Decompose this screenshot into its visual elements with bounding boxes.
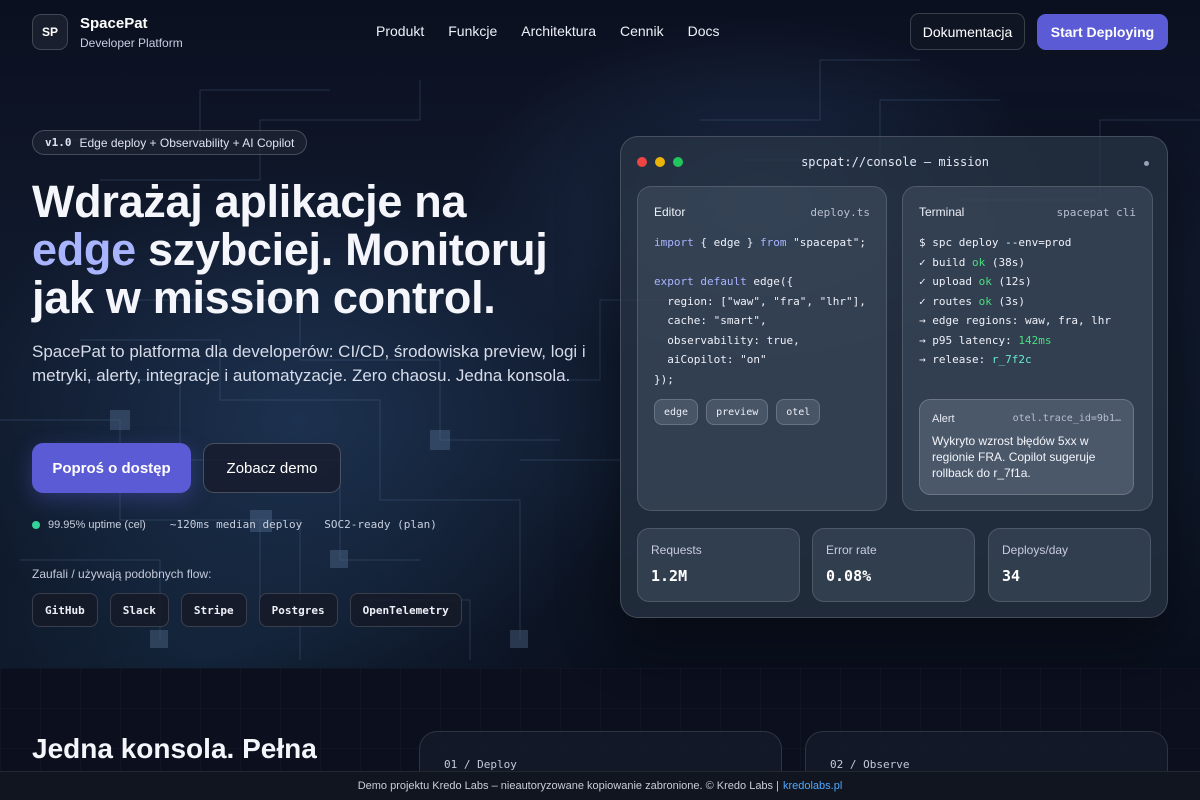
chip-opentelemetry: OpenTelemetry (349, 593, 462, 627)
headline-line-1: Wdrażaj aplikacje na (32, 176, 467, 227)
chip-github: GitHub (32, 593, 98, 627)
request-access-button[interactable]: Poproś o dostęp (32, 443, 191, 493)
terminal-panel: Terminal spacepat cli $ spc deploy --env… (902, 186, 1153, 511)
nav-link-cennik[interactable]: Cennik (620, 23, 664, 39)
terminal-token: ✓ upload (919, 275, 979, 288)
terminal-token: (3s) (991, 294, 1025, 308)
step-label: 01 / Deploy (444, 758, 517, 771)
chip-stripe: Stripe (180, 593, 247, 627)
nav-link-funkcje[interactable]: Funkcje (448, 23, 497, 39)
metric-label: Requests (651, 543, 702, 557)
tag-preview[interactable]: preview (706, 399, 769, 425)
alert-card[interactable]: Alert otel.trace_id=9b1… Wykryto wzrost … (919, 399, 1134, 495)
terminal-title: Terminal (919, 205, 965, 219)
terminal-token: (38s) (985, 255, 1025, 269)
chip-slack: Slack (109, 593, 169, 627)
section-title: Jedna konsola. Pełna (32, 733, 317, 764)
code-token: "spacepat"; (786, 236, 866, 249)
terminal-line: → edge regions: waw, fra, lhr (919, 314, 1112, 327)
code-token: { edge } (693, 236, 760, 249)
terminal-token: → p95 latency: (919, 333, 1019, 347)
code-line: cache: "smart", (654, 314, 767, 327)
metric-value: 34 (1002, 567, 1021, 585)
metric-deploys-per-day: Deploys/day 34 (988, 528, 1151, 602)
nav-links: Produkt Funkcje Architektura Cennik Docs (376, 23, 719, 39)
alert-message: Wykryto wzrost błędów 5xx w regionie FRA… (932, 434, 1096, 480)
code-line: observability: true, (654, 333, 800, 347)
terminal-line: $ spc deploy --env=prod (919, 236, 1072, 249)
editor-filename: deploy.ts (810, 205, 870, 219)
footer-link[interactable]: kredolabs.pl (783, 780, 842, 792)
hero-stats: 99.95% uptime (cel) ~120ms median deploy… (32, 518, 437, 531)
editor-tags: edge preview otel (654, 399, 821, 425)
chip-postgres: Postgres (258, 593, 338, 627)
stat-uptime: 99.95% uptime (cel) (48, 518, 146, 531)
nav-link-produkt[interactable]: Produkt (376, 23, 424, 39)
terminal-token: 142ms (1018, 333, 1052, 347)
start-deploying-button[interactable]: Start Deploying (1037, 14, 1168, 50)
editor-panel: Editor deploy.ts import { edge } from "s… (637, 186, 887, 511)
status-dot-icon (32, 520, 40, 529)
editor-title: Editor (654, 205, 686, 219)
terminal-subtitle: spacepat cli (1056, 205, 1136, 219)
version-label: v1.0 (45, 136, 72, 149)
stat-soc2: SOC2-ready (plan) (324, 518, 437, 531)
terminal-token: r_7f2c (991, 353, 1032, 366)
terminal-token: → release: (919, 353, 992, 366)
status-dot-icon (1144, 161, 1149, 166)
terminal-token: ok (978, 294, 992, 308)
metric-value: 1.2M (651, 567, 688, 585)
hero-lead-text: SpacePat to platforma dla developerów: C… (32, 342, 586, 385)
console-window: spcpat://console — mission Editor deploy… (620, 136, 1168, 618)
trusted-label: Zaufali / używają podobnych flow: (32, 567, 212, 581)
code-token: from (759, 236, 787, 249)
alert-header: Alert otel.trace_id=9b1… (932, 413, 1121, 425)
metric-label: Deploys/day (1002, 543, 1069, 557)
brand-name[interactable]: SpacePat (80, 15, 148, 32)
step-label: 02 / Observe (830, 758, 910, 771)
code-token: import (654, 236, 694, 249)
headline-line-2: szybciej. Monitoruj (135, 224, 548, 275)
console-title: spcpat://console — mission (801, 155, 989, 169)
version-badge-text: Edge deploy + Observability + AI Copilot (79, 135, 295, 150)
terminal-token: ✓ build (919, 255, 972, 269)
alert-title: Alert (932, 413, 955, 425)
code-token: export default (654, 275, 747, 288)
documentation-button[interactable]: Dokumentacja (910, 13, 1025, 50)
nav-link-docs[interactable]: Docs (688, 23, 720, 39)
terminal-token: ok (978, 275, 992, 288)
version-badge: v1.0 Edge deploy + Observability + AI Co… (32, 130, 308, 155)
brand-logo[interactable]: SP (32, 14, 68, 50)
editor-header: Editor deploy.ts (654, 205, 870, 219)
brand-subtitle: Developer Platform (80, 36, 183, 50)
code-token: edge({ (746, 275, 794, 288)
terminal-token: ✓ routes (919, 294, 979, 308)
top-navbar: SP SpacePat Developer Platform Produkt F… (0, 0, 1200, 64)
footer-bar: Demo projektu Kredo Labs – nieautoryzowa… (0, 771, 1200, 800)
alert-trace-id: otel.trace_id=9b1… (1012, 413, 1121, 424)
terminal-header: Terminal spacepat cli (919, 205, 1136, 219)
hero-headline: Wdrażaj aplikacje na edge szybciej. Moni… (32, 178, 612, 322)
tag-otel[interactable]: otel (776, 399, 821, 425)
terminal-output: $ spc deploy --env=prod ✓ build ok (38s)… (919, 233, 1111, 370)
metric-error-rate: Error rate 0.08% (812, 528, 975, 602)
tag-edge[interactable]: edge (654, 399, 699, 425)
stat-deploy-time: ~120ms median deploy (169, 518, 303, 531)
terminal-token: (12s) (991, 275, 1032, 288)
metric-requests: Requests 1.2M (637, 528, 800, 602)
nav-link-architektura[interactable]: Architektura (521, 23, 596, 39)
code-line: aiCopilot: "on" (654, 353, 767, 366)
code-line: }); (654, 372, 674, 386)
metric-value: 0.08% (826, 567, 872, 585)
code-line: region: ["waw", "fra", "lhr"], (654, 294, 866, 308)
headline-accent-word: edge (32, 224, 136, 275)
editor-code: import { edge } from "spacepat"; export … (654, 233, 866, 389)
headline-line-3: jak w mission control. (32, 272, 496, 323)
watch-demo-button[interactable]: Zobacz demo (203, 443, 341, 493)
metric-label: Error rate (826, 543, 877, 557)
terminal-token: ok (971, 255, 986, 269)
trusted-chips: GitHub Slack Stripe Postgres OpenTelemet… (32, 593, 462, 627)
footer-text: Demo projektu Kredo Labs – nieautoryzowa… (357, 780, 779, 792)
